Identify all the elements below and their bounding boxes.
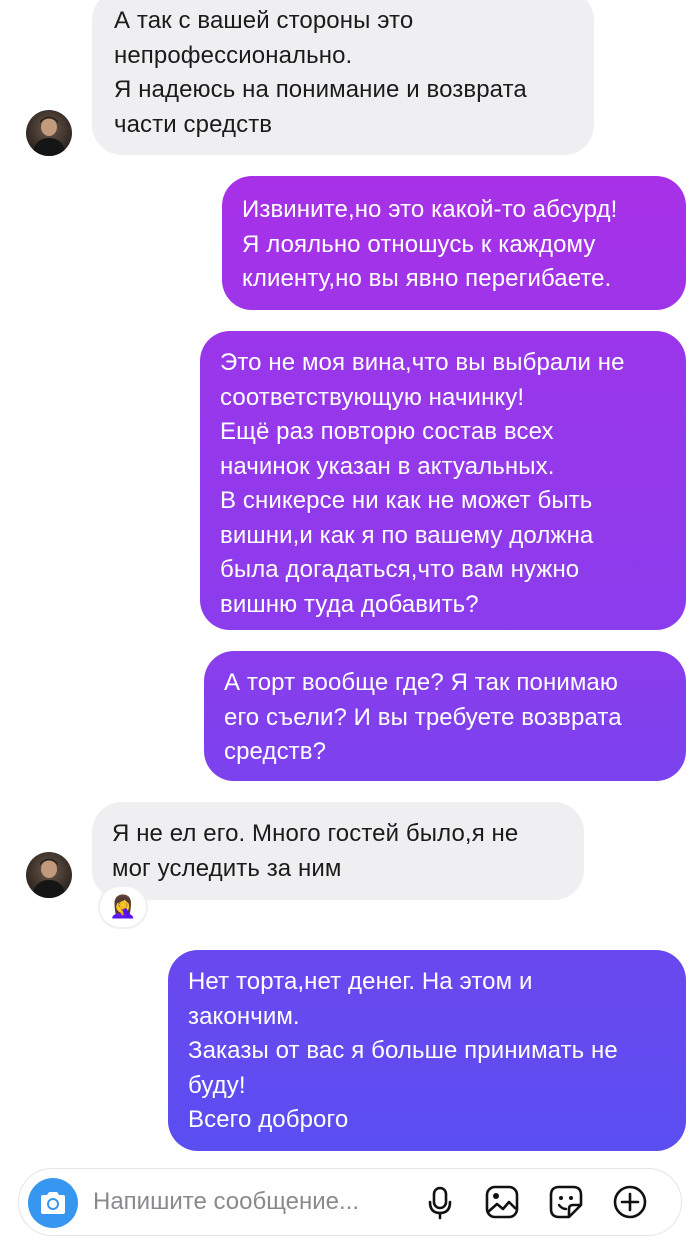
message-line: А так с вашей стороны это — [114, 7, 414, 34]
message-line: А торт вообще где? Я так понимаю — [224, 669, 618, 696]
message-line: Я не ел его. Много гостей было,я не — [112, 820, 519, 847]
reaction-badge[interactable]: 🤦‍♀️ — [100, 887, 146, 927]
facepalm-emoji-icon: 🤦‍♀️ — [109, 894, 137, 919]
message-line: буду! — [188, 1071, 246, 1099]
message-line: Я лояльно отношусь к каждому — [242, 230, 596, 258]
camera-icon — [41, 1192, 65, 1214]
message-line: клиенту,но вы явно перегибаете. — [242, 265, 612, 292]
message-line: Это не моя вина,что вы выбрали не — [220, 349, 625, 376]
message-incoming[interactable]: А так с вашей стороны это непрофессионал… — [92, 0, 594, 155]
message-line: его съели? И вы требуете возврата — [224, 703, 622, 731]
message-input[interactable]: Напишите сообщение... — [93, 1169, 359, 1234]
message-line: начинок указан в актуальных. — [220, 452, 555, 480]
message-outgoing[interactable]: Извините,но это какой-то абсурд! Я лояль… — [222, 176, 686, 310]
message-line: вишни,и как я по вашему должна — [220, 521, 594, 549]
avatar-photo — [32, 116, 66, 156]
message-outgoing[interactable]: А торт вообще где? Я так понимаю его съе… — [204, 651, 686, 781]
message-outgoing[interactable]: Это не моя вина,что вы выбрали не соотве… — [200, 331, 686, 630]
message-line: закончим. — [188, 1002, 300, 1030]
message-composer: Напишите сообщение... — [18, 1168, 682, 1236]
avatar[interactable] — [26, 852, 72, 898]
sticker-icon[interactable] — [547, 1183, 585, 1221]
message-line: Извините,но это какой-то абсурд! — [242, 196, 618, 223]
message-line: В сникерсе ни как не может быть — [220, 487, 593, 514]
message-line: части средств — [114, 110, 273, 138]
message-line: Ещё раз повторю состав всех — [220, 418, 554, 445]
message-line: Заказы от вас я больше принимать не — [188, 1037, 618, 1064]
avatar[interactable] — [26, 110, 72, 156]
camera-button[interactable] — [28, 1178, 78, 1228]
avatar-photo — [32, 858, 66, 898]
message-line: Всего доброго — [188, 1106, 349, 1133]
microphone-icon[interactable] — [421, 1183, 459, 1221]
message-line: средств? — [224, 738, 327, 765]
message-line: Нет торта,нет денег. На этом и — [188, 968, 533, 995]
plus-icon[interactable] — [611, 1183, 649, 1221]
message-line: вишню туда добавить? — [220, 590, 479, 618]
message-line: была догадаться,что вам нужно — [220, 556, 580, 583]
gallery-icon[interactable] — [483, 1183, 521, 1221]
message-line: Я надеюсь на понимание и возврата — [114, 76, 527, 103]
message-line: соответствующую начинку! — [220, 383, 525, 411]
message-line: мог уследить за ним — [112, 854, 342, 882]
message-outgoing[interactable]: Нет торта,нет денег. На этом и закончим.… — [168, 950, 686, 1151]
message-line: непрофессионально. — [114, 41, 353, 69]
message-incoming[interactable]: Я не ел его. Много гостей было,я не мог … — [92, 802, 584, 900]
